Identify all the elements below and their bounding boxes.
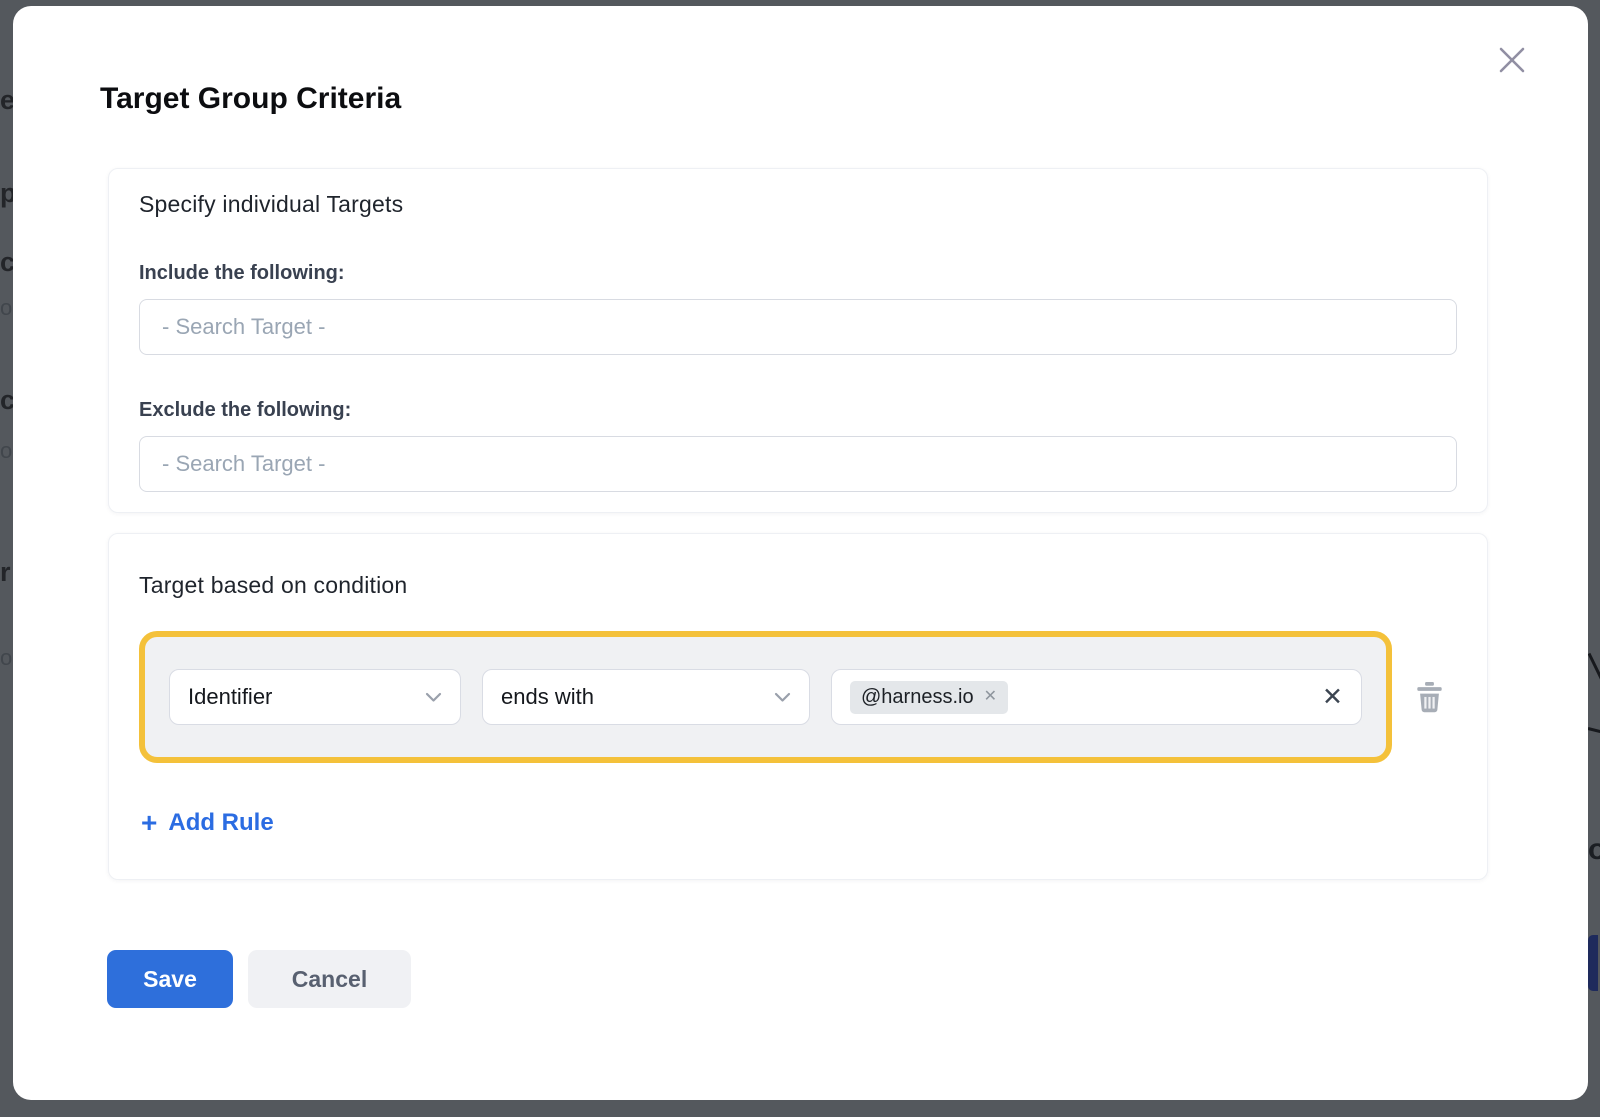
condition-heading: Target based on condition — [139, 572, 1457, 599]
background-sketch-line — [1588, 727, 1600, 736]
add-rule-button[interactable]: + Add Rule — [141, 809, 274, 837]
background-text-fragment: o — [0, 438, 14, 464]
background-text-fragment: o — [0, 645, 14, 671]
individual-targets-heading: Specify individual Targets — [139, 191, 1457, 218]
background-sketch-line — [1588, 653, 1600, 681]
cancel-button[interactable]: Cancel — [248, 950, 411, 1008]
attribute-select[interactable]: Identifier — [169, 669, 461, 725]
attribute-select-value: Identifier — [188, 684, 272, 710]
background-text-fragment: cl — [0, 247, 14, 278]
operator-select-value: ends with — [501, 684, 594, 710]
clear-values-icon[interactable]: ✕ — [1322, 685, 1343, 710]
background-text-fragment: cl — [0, 385, 14, 416]
close-button[interactable] — [1492, 40, 1532, 80]
condition-rule-row: Identifier ends with @harness.io ✕ — [139, 631, 1392, 763]
values-multiselect-input[interactable]: @harness.io ✕ ✕ — [831, 669, 1362, 725]
include-label: Include the following: — [139, 262, 1457, 285]
background-text-fragment: o — [1588, 833, 1600, 867]
add-rule-label: Add Rule — [168, 809, 273, 837]
value-chip-label: @harness.io — [861, 686, 974, 709]
operator-select[interactable]: ends with — [482, 669, 810, 725]
individual-targets-card: Specify individual Targets Include the f… — [108, 168, 1488, 513]
include-target-input[interactable] — [139, 299, 1457, 355]
background-text-fragment: pe — [0, 178, 14, 209]
target-group-criteria-modal: Target Group Criteria Specify individual… — [13, 6, 1588, 1100]
background-blue-element — [1588, 935, 1598, 991]
remove-value-icon[interactable]: ✕ — [984, 689, 997, 705]
chevron-down-icon — [774, 692, 791, 703]
exclude-target-input[interactable] — [139, 436, 1457, 492]
save-button[interactable]: Save — [107, 950, 233, 1008]
exclude-label: Exclude the following: — [139, 399, 1457, 422]
delete-rule-button[interactable] — [1416, 682, 1443, 713]
background-text-fragment: o — [0, 295, 14, 321]
background-text-fragment: r — [0, 557, 14, 588]
condition-card: Target based on condition Identifier end… — [108, 533, 1488, 880]
modal-footer: Save Cancel — [107, 950, 411, 1008]
plus-icon: + — [141, 809, 157, 837]
modal-title: Target Group Criteria — [100, 82, 401, 116]
close-icon — [1495, 43, 1529, 77]
condition-rule-line: Identifier ends with @harness.io ✕ — [139, 631, 1457, 763]
background-text-fragment: er — [0, 85, 14, 116]
trash-icon — [1416, 682, 1443, 713]
value-chip: @harness.io ✕ — [850, 681, 1008, 714]
chevron-down-icon — [425, 692, 442, 703]
